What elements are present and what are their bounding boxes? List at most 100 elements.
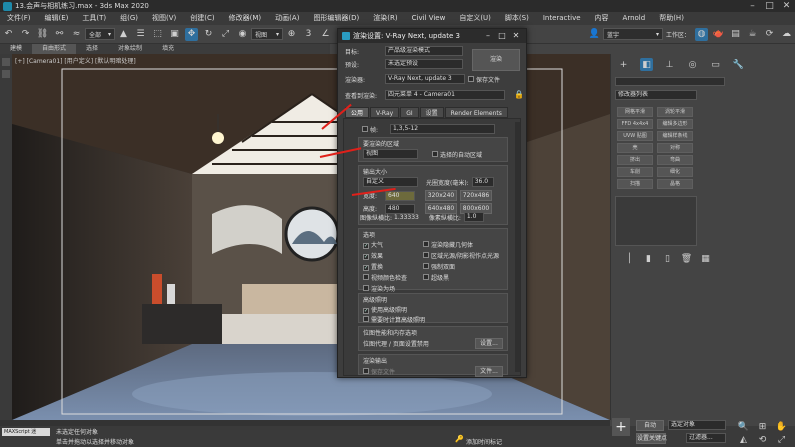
link-icon[interactable]: ⛓: [36, 28, 49, 41]
option-checkbox[interactable]: [423, 263, 429, 269]
selection-filter-dropdown[interactable]: 全部 ▾: [85, 28, 115, 40]
close-icon[interactable]: ✕: [780, 0, 793, 13]
pan-icon[interactable]: ✋: [775, 420, 788, 433]
show-end-result-icon[interactable]: ▮: [642, 252, 655, 265]
menu-modifiers[interactable]: 修改器(M): [222, 12, 269, 25]
modify-tab-icon[interactable]: ◧: [640, 58, 653, 71]
modifier-button[interactable]: 壳: [617, 143, 653, 153]
redo-icon[interactable]: ↷: [19, 28, 32, 41]
menu-content[interactable]: 内容: [588, 12, 616, 25]
add-time-tag[interactable]: 添加时间标记: [466, 437, 502, 446]
compute-adv-lighting-option[interactable]: 需要时计算高级照明: [359, 314, 507, 325]
zoom-all-icon[interactable]: ⊞: [756, 420, 769, 433]
menu-arnold[interactable]: Arnold: [616, 12, 653, 25]
width-input[interactable]: 640: [385, 190, 415, 201]
use-adv-lighting-option[interactable]: ✓ 使用高级照明: [359, 305, 507, 314]
menu-graph-editors[interactable]: 图形编辑器(D): [306, 12, 366, 25]
motion-tab-icon[interactable]: ◎: [686, 58, 699, 71]
modifier-button[interactable]: UVW 贴图: [617, 131, 653, 141]
render-production-icon[interactable]: ☕: [746, 28, 759, 41]
auto-key-button[interactable]: 自动: [636, 420, 664, 431]
menu-views[interactable]: 视图(V): [145, 12, 183, 25]
target-dropdown[interactable]: 产品级渲染模式: [385, 46, 463, 56]
output-size-dropdown[interactable]: 自定义: [363, 177, 418, 187]
select-and-rotate-icon[interactable]: ↻: [202, 28, 215, 41]
modifier-button[interactable]: 编辑样条线: [657, 131, 693, 141]
select-object-icon[interactable]: ▲: [117, 28, 130, 41]
menu-scripting[interactable]: 脚本(S): [498, 12, 536, 25]
pivot-center-icon[interactable]: ⊕: [285, 28, 298, 41]
tab-render-elements[interactable]: Render Elements: [444, 107, 508, 118]
option-checkbox[interactable]: [423, 241, 429, 247]
field-of-view-icon[interactable]: ◭: [737, 433, 750, 446]
reference-coord-dropdown[interactable]: 视图 ▾: [251, 28, 283, 40]
hierarchy-tab-icon[interactable]: ⊥: [663, 58, 676, 71]
user-icon[interactable]: 👤: [588, 28, 601, 41]
menu-rendering[interactable]: 渲染(R): [366, 12, 404, 25]
renderer-dropdown[interactable]: V-Ray Next, update 3: [385, 74, 465, 84]
option-atmospherics[interactable]: ✓ 大气: [363, 240, 423, 249]
modifier-button[interactable]: 编辑多边形: [657, 119, 693, 129]
modifier-button[interactable]: FFD 4x4x4: [617, 119, 653, 129]
menu-help[interactable]: 帮助(H): [652, 12, 691, 25]
window-crossing-icon[interactable]: ▣: [168, 28, 181, 41]
frames-radio[interactable]: [362, 126, 368, 132]
menu-edit[interactable]: 编辑(E): [38, 12, 76, 25]
rendered-frame-icon[interactable]: ▤: [729, 28, 742, 41]
selection-set-dropdown[interactable]: 选定对象: [668, 420, 726, 430]
configure-sets-icon[interactable]: ▦: [699, 252, 712, 265]
setup-button[interactable]: 设置...: [475, 338, 503, 349]
option-force-2-sided[interactable]: 强制双面: [423, 262, 511, 271]
ribbon-tab-freeform[interactable]: 自由形式: [32, 44, 77, 54]
option-checkbox[interactable]: [423, 274, 429, 280]
menu-interactive[interactable]: Interactive: [536, 12, 588, 25]
option-render-to-fields[interactable]: 渲染为场: [363, 284, 423, 293]
utilities-tab-icon[interactable]: 🔧: [732, 58, 745, 71]
maximize-viewport-icon[interactable]: ⤢: [775, 433, 788, 446]
modifier-button[interactable]: 弯曲: [657, 155, 693, 165]
key-icon[interactable]: 🔑: [455, 435, 464, 443]
select-and-move-icon[interactable]: ✥: [185, 27, 198, 41]
preset-dropdown[interactable]: 未选定预设: [385, 59, 463, 69]
ribbon-tab-object-paint[interactable]: 对象绘制: [108, 44, 152, 54]
modifier-button[interactable]: 网格平滑: [617, 107, 653, 117]
angle-snap-icon[interactable]: ∠: [319, 28, 332, 41]
maxscript-listener[interactable]: MAXScript 迷: [2, 428, 50, 436]
modifier-button[interactable]: 挤出: [617, 155, 653, 165]
menu-civil-view[interactable]: Civil View: [405, 12, 453, 25]
modifier-list-dropdown[interactable]: 修改器列表: [615, 90, 697, 100]
compute-adv-lighting-checkbox[interactable]: [363, 316, 369, 322]
option-video-color-check[interactable]: 视频颜色检查: [363, 273, 423, 282]
zoom-icon[interactable]: 🔍: [737, 420, 750, 433]
viewport-label[interactable]: [+] [Camera01] [用户定义] [默认明暗处理]: [15, 56, 136, 65]
preset-720x486-button[interactable]: 720x486: [460, 190, 492, 201]
option-displacement[interactable]: ✓ 置换: [363, 262, 423, 271]
tab-common[interactable]: 公用: [345, 107, 370, 118]
select-and-scale-icon[interactable]: ⤢: [219, 28, 232, 41]
object-name-field[interactable]: [615, 77, 725, 86]
option-effects[interactable]: ✓ 效果: [363, 251, 423, 260]
ribbon-tab-modeling[interactable]: 建模: [0, 44, 32, 54]
account-dropdown[interactable]: 蓝宇 ▾: [602, 28, 663, 40]
orbit-icon[interactable]: ⟲: [756, 433, 769, 446]
key-filters-button[interactable]: 过滤器...: [686, 433, 726, 443]
use-adv-lighting-checkbox[interactable]: ✓: [363, 308, 369, 314]
save-file-checkbox[interactable]: [468, 76, 474, 82]
ribbon-tab-selection[interactable]: 选择: [76, 44, 108, 54]
modifier-button[interactable]: 晶格: [657, 179, 693, 189]
option-checkbox[interactable]: ✓: [363, 243, 369, 249]
dialog-close-icon[interactable]: ✕: [510, 31, 522, 41]
pixel-aspect-input[interactable]: 1.0: [463, 212, 484, 222]
render-button[interactable]: 渲染: [472, 49, 520, 71]
auto-region-option[interactable]: 选择的自动区域: [432, 150, 482, 159]
option-checkbox[interactable]: [363, 285, 369, 291]
modifier-button[interactable]: 车削: [617, 167, 653, 177]
snaps-icon[interactable]: 3: [302, 28, 315, 41]
option-checkbox[interactable]: [423, 252, 429, 258]
select-by-name-icon[interactable]: ☰: [134, 28, 147, 41]
tab-settings[interactable]: 设置: [419, 107, 444, 118]
menu-tools[interactable]: 工具(T): [75, 12, 113, 25]
dialog-title-bar[interactable]: 渲染设置: V-Ray Next, update 3 – □ ✕: [338, 29, 526, 43]
menu-file[interactable]: 文件(F): [0, 12, 38, 25]
remove-modifier-icon[interactable]: 🗑: [680, 252, 693, 265]
